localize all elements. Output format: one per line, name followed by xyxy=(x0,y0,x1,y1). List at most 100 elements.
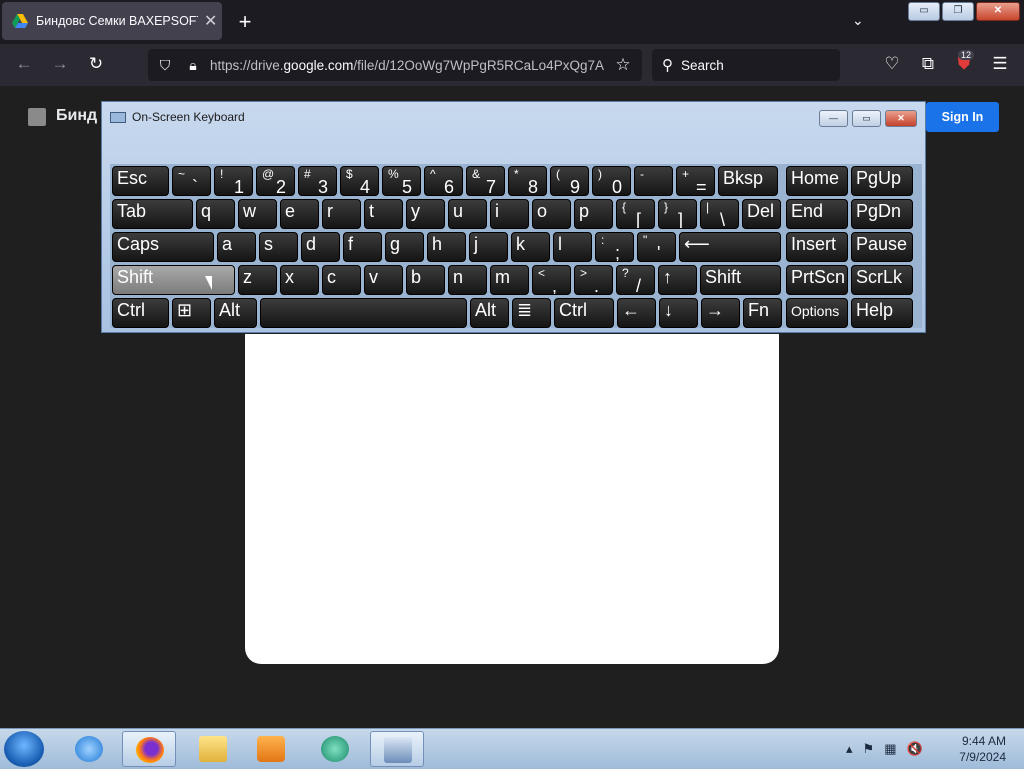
osk-key[interactable]: p xyxy=(574,199,613,229)
search-input[interactable]: ⚲ Search xyxy=(652,49,840,81)
pocket-icon[interactable]: ♡ xyxy=(880,54,904,74)
osk-key[interactable]: o xyxy=(532,199,571,229)
osk-key[interactable]: ↓ xyxy=(659,298,698,328)
osk-key[interactable]: #3 xyxy=(298,166,337,196)
osk-key[interactable]: Alt xyxy=(470,298,509,328)
clock[interactable]: 9:44 AM 7/9/2024 xyxy=(959,733,1006,765)
osk-key[interactable]: Pause xyxy=(851,232,913,262)
osk-key[interactable]: s xyxy=(259,232,298,262)
bookmark-star-icon[interactable]: ☆ xyxy=(612,55,634,75)
osk-key[interactable]: Tab xyxy=(112,199,193,229)
taskbar-internet-explorer[interactable] xyxy=(62,731,116,767)
osk-key[interactable]: Insert xyxy=(786,232,848,262)
osk-key[interactable]: v xyxy=(364,265,403,295)
osk-key[interactable]: }] xyxy=(658,199,697,229)
osk-key[interactable]: | \ xyxy=(700,199,739,229)
osk-key[interactable]: ~ ` xyxy=(172,166,211,196)
osk-key[interactable]: → xyxy=(701,298,740,328)
show-hidden-icons-icon[interactable]: ▴ xyxy=(846,741,853,757)
osk-key[interactable]: u xyxy=(448,199,487,229)
osk-key[interactable] xyxy=(260,298,467,328)
osk-key[interactable]: PrtScn xyxy=(786,265,848,295)
osk-key[interactable]: ) 0 xyxy=(592,166,631,196)
osk-key[interactable]: Bksp xyxy=(718,166,778,196)
osk-key[interactable]: - _ xyxy=(634,166,673,196)
action-center-flag-icon[interactable]: ⚑ xyxy=(863,741,875,757)
osk-key[interactable]: PgDn xyxy=(851,199,913,229)
osk-key[interactable]: Fn xyxy=(743,298,782,328)
osk-key[interactable]: Caps xyxy=(112,232,214,262)
osk-key[interactable]: " ' xyxy=(637,232,676,262)
list-all-tabs-icon[interactable]: ⌄ xyxy=(852,12,864,29)
osk-key[interactable]: b xyxy=(406,265,445,295)
osk-key[interactable]: ← xyxy=(617,298,656,328)
osk-key[interactable]: y xyxy=(406,199,445,229)
start-button[interactable] xyxy=(4,731,44,767)
osk-key[interactable]: q xyxy=(196,199,235,229)
osk-key[interactable]: Home xyxy=(786,166,848,196)
osk-key[interactable]: ↑ xyxy=(658,265,697,295)
osk-key[interactable]: ⊞ xyxy=(172,298,211,328)
osk-key[interactable]: j xyxy=(469,232,508,262)
osk-key[interactable]: + = xyxy=(676,166,715,196)
window-restore-button[interactable]: ❐ xyxy=(942,2,974,21)
taskbar-media-player[interactable] xyxy=(244,731,298,767)
osk-minimize-button[interactable]: — xyxy=(819,110,848,127)
lock-icon[interactable]: 🔒︎ xyxy=(182,57,204,74)
sign-in-button[interactable]: Sign In xyxy=(926,102,999,132)
extensions-icon[interactable]: ⧉ xyxy=(916,54,940,74)
window-minimize-button[interactable]: ▭ xyxy=(908,2,940,21)
volume-muted-icon[interactable]: 🔇 xyxy=(906,741,922,757)
tracking-protection-icon[interactable]: ⛉ xyxy=(154,57,176,74)
osk-key[interactable]: k xyxy=(511,232,550,262)
taskbar-osk[interactable] xyxy=(370,731,424,767)
osk-key[interactable]: f xyxy=(343,232,382,262)
osk-key[interactable]: ! 1 xyxy=(214,166,253,196)
osk-close-button[interactable]: ✕ xyxy=(885,110,917,127)
osk-key[interactable]: n xyxy=(448,265,487,295)
osk-key[interactable]: g xyxy=(385,232,424,262)
osk-key[interactable]: t xyxy=(364,199,403,229)
tab-close-icon[interactable]: ✕ xyxy=(204,11,217,31)
osk-key[interactable]: Options xyxy=(786,298,848,328)
window-close-button[interactable]: ✕ xyxy=(976,2,1020,21)
osk-key[interactable]: ⟵ xyxy=(679,232,781,262)
osk-key[interactable]: @2 xyxy=(256,166,295,196)
osk-key[interactable]: >. xyxy=(574,265,613,295)
osk-key[interactable]: Shift xyxy=(700,265,781,295)
reload-icon[interactable]: ↻ xyxy=(84,54,108,74)
taskbar-explorer[interactable] xyxy=(186,731,240,767)
osk-key[interactable]: * 8 xyxy=(508,166,547,196)
osk-key[interactable]: r xyxy=(322,199,361,229)
new-tab-button[interactable]: + xyxy=(232,9,258,35)
osk-key[interactable]: m xyxy=(490,265,529,295)
taskbar-app[interactable] xyxy=(308,731,362,767)
osk-key[interactable]: Esc xyxy=(112,166,169,196)
osk-key[interactable]: w xyxy=(238,199,277,229)
url-bar[interactable]: ⛉ 🔒︎ https://drive.google.com/file/d/12O… xyxy=(148,49,642,81)
osk-key[interactable]: Help xyxy=(851,298,913,328)
taskbar-firefox[interactable] xyxy=(122,731,176,767)
osk-key[interactable]: e xyxy=(280,199,319,229)
osk-key[interactable]: l xyxy=(553,232,592,262)
osk-key[interactable]: ≣ xyxy=(512,298,551,328)
osk-key[interactable]: Alt xyxy=(214,298,257,328)
osk-key[interactable]: c xyxy=(322,265,361,295)
osk-key[interactable]: Shift xyxy=(112,265,235,295)
osk-key[interactable]: <, xyxy=(532,265,571,295)
osk-key[interactable]: x xyxy=(280,265,319,295)
osk-key[interactable]: Ctrl xyxy=(112,298,169,328)
osk-key[interactable]: ScrLk xyxy=(851,265,913,295)
osk-key[interactable]: $4 xyxy=(340,166,379,196)
osk-key[interactable]: Ctrl xyxy=(554,298,614,328)
osk-key[interactable]: ^ 6 xyxy=(424,166,463,196)
back-icon[interactable]: ← xyxy=(12,54,36,74)
browser-tab[interactable]: Биндовс Семки BAXEPSOFT RT ✕ xyxy=(2,2,222,40)
osk-key[interactable]: PgUp xyxy=(851,166,913,196)
osk-key[interactable]: ? / xyxy=(616,265,655,295)
osk-restore-button[interactable]: ▭ xyxy=(852,110,881,127)
network-icon[interactable]: ▦ xyxy=(884,741,896,757)
osk-key[interactable]: Del xyxy=(742,199,781,229)
osk-key[interactable]: End xyxy=(786,199,848,229)
osk-key[interactable]: % 5 xyxy=(382,166,421,196)
